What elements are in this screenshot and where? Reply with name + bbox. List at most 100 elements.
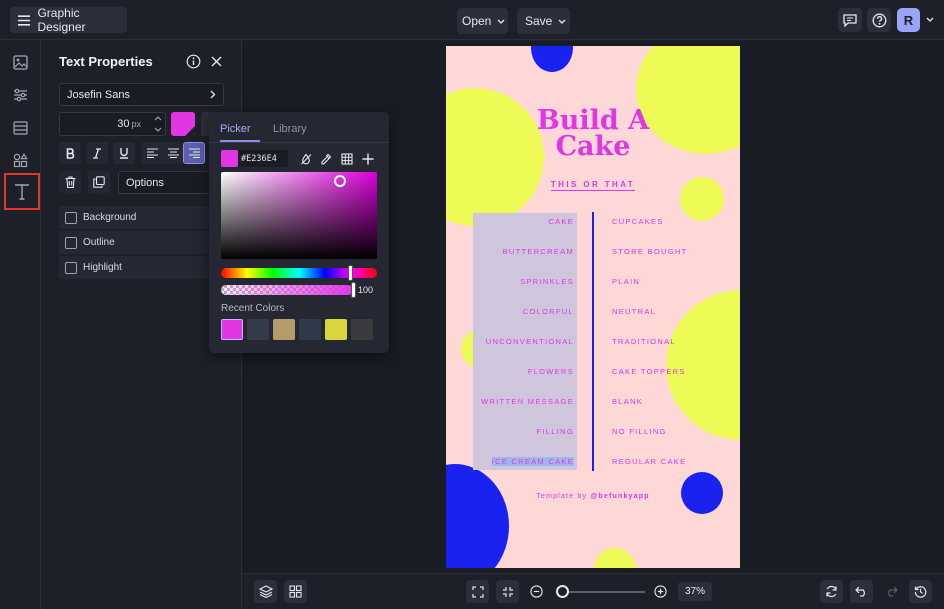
options-select[interactable]: Options xyxy=(118,171,213,194)
align-left-icon xyxy=(146,148,158,158)
poster-artboard[interactable]: Build A Cake THIS OR THAT CAKE BUTTERCRE… xyxy=(446,46,740,568)
redo-button[interactable] xyxy=(880,580,903,603)
template-credit[interactable]: Template by @befunkyapp xyxy=(446,493,740,500)
font-family-select[interactable]: Josefin Sans xyxy=(59,83,224,106)
image-icon xyxy=(12,54,28,70)
comments-button[interactable] xyxy=(838,8,862,32)
left-options-column[interactable]: CAKE BUTTERCREAM SPRINKLES COLORFUL UNCO… xyxy=(473,216,574,486)
save-button[interactable]: Save xyxy=(517,8,570,34)
layout-tool[interactable] xyxy=(10,118,30,138)
left-option: FILLING xyxy=(536,427,574,436)
align-right-button[interactable] xyxy=(183,142,205,164)
align-left-button[interactable] xyxy=(141,142,163,164)
recent-color-swatch[interactable] xyxy=(221,319,243,340)
right-option: REGULAR CAKE xyxy=(612,457,687,466)
hue-slider-handle[interactable] xyxy=(348,265,353,281)
layout-icon xyxy=(12,121,28,135)
chevron-down-icon[interactable] xyxy=(926,17,934,22)
duplicate-button[interactable] xyxy=(88,171,110,193)
underline-button[interactable] xyxy=(113,142,135,164)
poster-title[interactable]: Build A Cake xyxy=(446,107,740,160)
right-option: CAKE TOPPERS xyxy=(612,367,686,376)
app-menu-button[interactable]: Graphic Designer xyxy=(10,6,127,34)
shapes-tool[interactable] xyxy=(10,150,30,170)
refresh-button[interactable] xyxy=(820,580,843,603)
left-option-highlighted: ICE CREAM CAKE xyxy=(491,457,574,466)
actual-size-button[interactable] xyxy=(496,580,519,603)
right-options-column[interactable]: CUPCAKES STORE BOUGHT PLAIN NEUTRAL TRAD… xyxy=(612,216,732,486)
poster-subtitle[interactable]: THIS OR THAT xyxy=(446,180,740,191)
text-tool[interactable] xyxy=(4,173,40,210)
comment-icon xyxy=(843,13,857,27)
no-color-button[interactable] xyxy=(297,150,314,167)
checkbox-box[interactable] xyxy=(65,261,77,274)
eyedropper-icon xyxy=(320,153,331,164)
opacity-value[interactable]: 100 xyxy=(358,285,373,295)
align-center-button[interactable] xyxy=(162,142,184,164)
layers-icon xyxy=(258,585,273,598)
tab-picker[interactable]: Picker xyxy=(220,123,251,135)
hex-input[interactable]: #E236E4 xyxy=(238,150,288,167)
open-label: Open xyxy=(462,14,492,28)
right-option: PLAIN xyxy=(612,277,641,286)
history-icon xyxy=(914,586,927,598)
panel-title: Text Properties xyxy=(59,54,153,69)
swatch-grid-button[interactable] xyxy=(338,150,355,167)
italic-button[interactable] xyxy=(86,142,108,164)
left-option: COLORFUL xyxy=(522,307,574,316)
zoom-out-icon[interactable] xyxy=(530,585,543,598)
column-divider xyxy=(592,212,594,471)
align-center-icon xyxy=(167,148,179,158)
avatar[interactable]: R xyxy=(897,8,920,32)
opacity-slider-handle[interactable] xyxy=(351,282,356,298)
tab-library[interactable]: Library xyxy=(273,123,307,135)
chevron-down-icon xyxy=(497,19,505,24)
grid-view-icon xyxy=(289,585,302,598)
hue-slider[interactable] xyxy=(221,268,377,278)
zoom-in-icon[interactable] xyxy=(654,585,667,598)
eyedropper-button[interactable] xyxy=(317,150,334,167)
adjust-tool[interactable] xyxy=(10,85,30,105)
info-icon[interactable] xyxy=(186,54,201,69)
zoom-slider-handle[interactable] xyxy=(556,585,569,598)
refresh-icon xyxy=(826,585,837,598)
image-tool[interactable] xyxy=(10,52,30,72)
grid-view-button[interactable] xyxy=(284,580,307,603)
saturation-value-handle[interactable] xyxy=(334,175,346,187)
no-color-icon xyxy=(300,153,311,164)
recent-color-swatch[interactable] xyxy=(273,319,295,340)
history-button[interactable] xyxy=(909,580,932,603)
recent-color-swatch[interactable] xyxy=(299,319,321,340)
bold-button[interactable] xyxy=(59,142,81,164)
recent-color-swatch[interactable] xyxy=(325,319,347,340)
highlight-checkbox[interactable]: Highlight xyxy=(59,256,209,279)
chevron-down-icon xyxy=(558,19,566,24)
open-button[interactable]: Open xyxy=(457,8,508,34)
undo-button[interactable] xyxy=(850,580,873,603)
layers-button[interactable] xyxy=(254,580,277,603)
zoom-slider-track[interactable] xyxy=(561,591,645,593)
delete-button[interactable] xyxy=(59,171,81,193)
outline-checkbox[interactable]: Outline xyxy=(59,231,209,254)
checkbox-label: Highlight xyxy=(83,262,122,273)
chevron-up-icon xyxy=(154,116,162,121)
font-size-stepper[interactable] xyxy=(150,112,166,136)
recent-color-swatch[interactable] xyxy=(247,319,269,340)
recent-color-swatch[interactable] xyxy=(351,319,373,340)
left-option: SPRINKLES xyxy=(520,277,574,286)
font-size-value: 30 xyxy=(117,118,130,130)
opacity-slider[interactable] xyxy=(221,285,353,295)
background-checkbox[interactable]: Background xyxy=(59,206,209,229)
plus-icon xyxy=(362,153,373,164)
checkbox-box[interactable] xyxy=(65,211,77,224)
fit-to-screen-button[interactable] xyxy=(466,580,489,603)
saturation-value-area[interactable] xyxy=(221,172,377,259)
right-option: STORE BOUGHT xyxy=(612,247,688,256)
text-color-swatch[interactable] xyxy=(171,112,195,136)
help-button[interactable] xyxy=(867,8,891,32)
add-color-button[interactable] xyxy=(359,150,376,167)
zoom-level[interactable]: 37% xyxy=(678,582,712,601)
checkbox-box[interactable] xyxy=(65,236,77,249)
close-icon[interactable] xyxy=(211,56,222,67)
poster-subtitle-text: THIS OR THAT xyxy=(550,180,636,191)
